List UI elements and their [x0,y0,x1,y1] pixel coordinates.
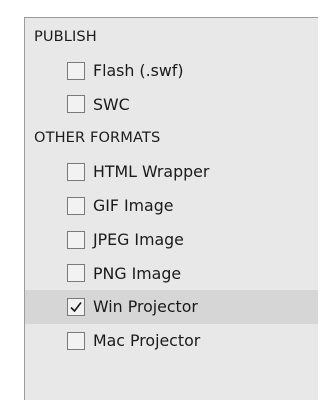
target-jpeg-image[interactable]: JPEG Image [25,223,318,257]
section-header-label: PUBLISH [34,27,97,45]
section-header-publish: PUBLISH [25,20,318,54]
target-label: Win Projector [93,297,198,317]
target-flash-swf[interactable]: Flash (.swf) [25,54,318,88]
target-swc[interactable]: SWC [25,88,318,122]
target-label: GIF Image [93,195,174,215]
checkbox[interactable] [67,230,85,249]
section-header-other-formats: OTHER FORMATS [25,121,318,155]
checkbox[interactable] [67,332,85,351]
checkmark-icon [70,302,82,313]
target-label: SWC [93,94,130,114]
section-header-label: OTHER FORMATS [34,128,161,146]
checkbox[interactable] [67,61,85,80]
checkbox[interactable] [67,163,85,182]
target-html-wrapper[interactable]: HTML Wrapper [25,155,318,189]
target-label: PNG Image [93,263,182,283]
checkbox[interactable] [67,298,85,317]
checkbox[interactable] [67,95,85,114]
target-label: HTML Wrapper [93,162,210,182]
target-win-projector[interactable]: Win Projector [25,290,318,325]
checkbox[interactable] [67,196,85,215]
checkbox[interactable] [67,264,85,283]
target-png-image[interactable]: PNG Image [25,257,318,291]
publish-targets-panel: PUBLISH Flash (.swf) SWC OTHER FORMATS H… [24,17,318,400]
publish-targets-list: PUBLISH Flash (.swf) SWC OTHER FORMATS H… [25,20,318,358]
target-mac-projector[interactable]: Mac Projector [25,324,318,358]
target-gif-image[interactable]: GIF Image [25,189,318,223]
target-label: Flash (.swf) [93,60,184,80]
target-label: JPEG Image [93,229,184,249]
target-label: Mac Projector [93,331,201,351]
